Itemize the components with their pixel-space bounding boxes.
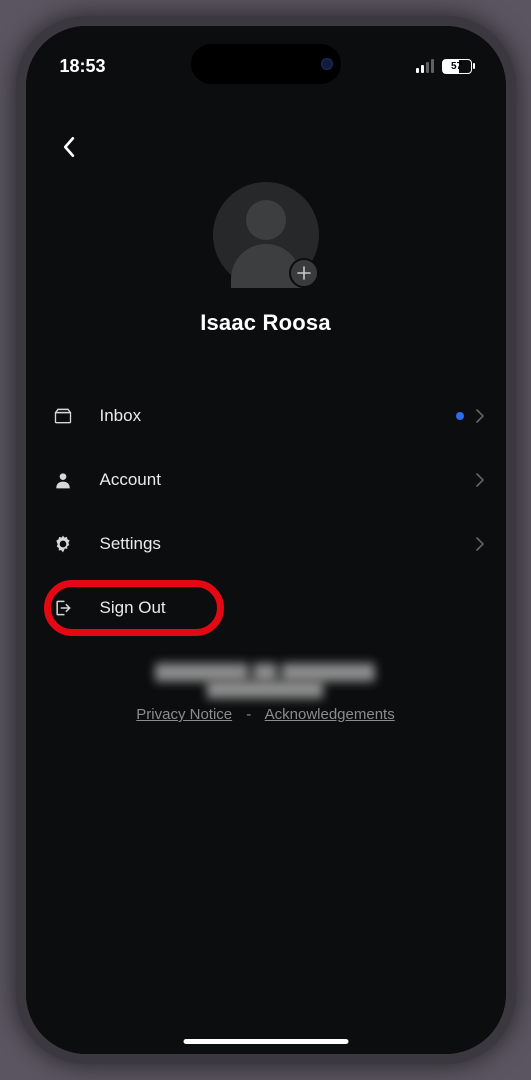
- screen: 18:53 57: [26, 26, 506, 1054]
- acknowledgements-link[interactable]: Acknowledgements: [265, 706, 395, 723]
- battery-pct: 57: [451, 61, 462, 72]
- menu: Inbox Account: [48, 384, 484, 640]
- chevron-right-icon: [476, 473, 484, 487]
- avatar[interactable]: [213, 182, 319, 288]
- menu-item-label: Inbox: [100, 406, 142, 426]
- avatar-add-button[interactable]: [289, 258, 319, 288]
- home-indicator[interactable]: [183, 1039, 348, 1044]
- menu-item-settings[interactable]: Settings: [48, 512, 484, 576]
- side-button: [16, 196, 18, 232]
- chevron-right-icon: [476, 409, 484, 423]
- avatar-placeholder-icon: [246, 200, 286, 240]
- menu-item-label: Settings: [100, 534, 161, 554]
- side-button: [16, 346, 18, 416]
- chevron-right-icon: [476, 537, 484, 551]
- menu-item-label: Account: [100, 470, 161, 490]
- status-time: 18:53: [60, 56, 106, 77]
- content: Isaac Roosa Inbox: [26, 176, 506, 1054]
- menu-item-account[interactable]: Account: [48, 448, 484, 512]
- chevron-left-icon: [62, 136, 75, 158]
- profile-name: Isaac Roosa: [200, 310, 331, 336]
- separator: -: [246, 706, 251, 723]
- unread-indicator-icon: [456, 412, 464, 420]
- gear-icon: [52, 533, 74, 555]
- side-button: [514, 286, 516, 396]
- footer: ████████ ██ ████████ ██████████ Privacy …: [48, 664, 484, 723]
- phone-frame: 18:53 57: [16, 16, 516, 1064]
- inbox-icon: [52, 405, 74, 427]
- status-right: 57: [416, 59, 472, 74]
- profile-section: Isaac Roosa: [48, 182, 484, 336]
- back-button[interactable]: [54, 132, 84, 162]
- side-button: [16, 256, 18, 326]
- redacted-text: ████████ ██ ████████: [156, 664, 376, 681]
- menu-item-label: Sign Out: [100, 598, 166, 618]
- sign-out-icon: [52, 597, 74, 619]
- plus-icon: [297, 266, 311, 280]
- menu-item-signout[interactable]: Sign Out: [48, 576, 484, 640]
- cellular-signal-icon: [416, 59, 434, 73]
- menu-item-inbox[interactable]: Inbox: [48, 384, 484, 448]
- privacy-notice-link[interactable]: Privacy Notice: [136, 706, 232, 723]
- status-bar: 18:53 57: [26, 26, 506, 86]
- person-icon: [52, 469, 74, 491]
- battery-icon: 57: [442, 59, 472, 74]
- redacted-text: ██████████: [207, 681, 323, 698]
